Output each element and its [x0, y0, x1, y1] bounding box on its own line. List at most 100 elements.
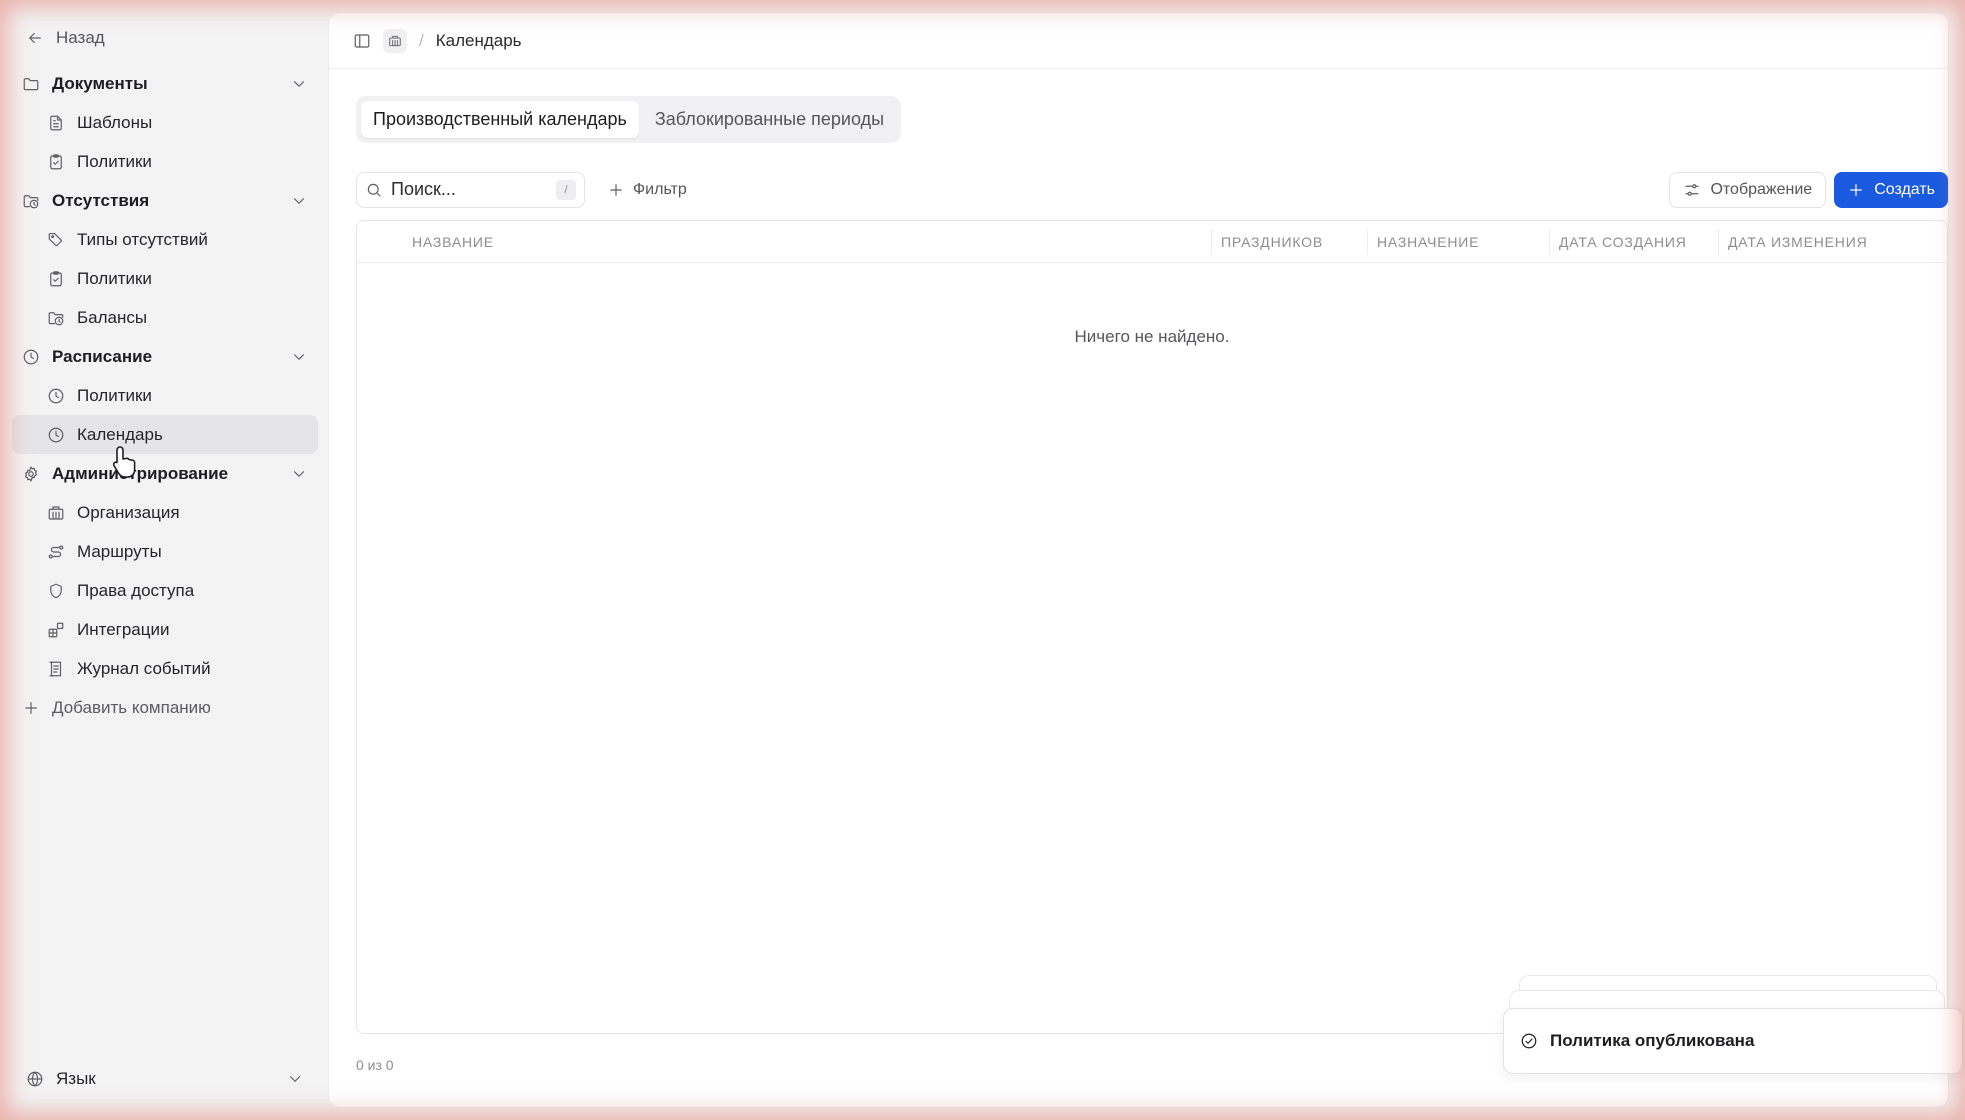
back-label: Назад [56, 28, 105, 47]
sidebar-toggle-icon[interactable] [353, 32, 371, 50]
tags-icon [47, 231, 65, 249]
chevron-down-icon[interactable] [290, 192, 308, 210]
clipboard-check-icon [47, 153, 65, 171]
view-settings-label: Отображение [1710, 180, 1813, 198]
folder-clock-icon [47, 309, 65, 327]
building-icon [47, 504, 65, 522]
breadcrumb-current: Календарь [435, 30, 522, 50]
search-placeholder: Поиск... [391, 179, 456, 199]
toolbar: Поиск... / Фильтр Отображение Создать [356, 171, 1948, 208]
sidebar-item-balances[interactable]: Балансы [12, 298, 318, 337]
tab-blocked-periods[interactable]: Заблокированные периоды [643, 101, 896, 138]
topbar: / Календарь [329, 13, 1948, 69]
pagination-count: 0 из 0 [356, 1057, 394, 1073]
plus-icon [1847, 181, 1865, 199]
sidebar-item-label: Шаблоны [77, 112, 153, 132]
plus-icon [607, 181, 625, 199]
add-company-label: Добавить компанию [52, 697, 211, 717]
sidebar-item-label: Балансы [77, 307, 148, 327]
sidebar-item-event-log[interactable]: Журнал событий [12, 649, 318, 688]
clock-icon [22, 348, 40, 366]
sidebar-group-label: Расписание [52, 346, 153, 366]
folder-clock-icon [22, 192, 40, 210]
sidebar-group-documents[interactable]: Документы [12, 64, 318, 103]
column-header-created-date[interactable]: Дата создания [1549, 221, 1687, 263]
search-shortcut-hint: / [556, 179, 576, 200]
sidebar-group-label: Администрирование [52, 463, 229, 483]
company-logo[interactable] [383, 28, 407, 53]
chevron-down-icon[interactable] [290, 75, 308, 93]
sidebar-item-label: Маршруты [77, 541, 162, 561]
plus-icon [22, 699, 40, 717]
sidebar: Назад Документы Шаблоны Политики Отсутст… [0, 0, 328, 1120]
sidebar-item-calendar[interactable]: Календарь [12, 415, 318, 454]
tab-production-calendar[interactable]: Производственный календарь [361, 101, 639, 138]
sidebar-item-label: Интеграции [77, 619, 170, 639]
log-icon [47, 660, 65, 678]
back-link[interactable]: Назад [12, 18, 318, 58]
toast-notification[interactable]: Политика опубликована [1503, 1008, 1963, 1074]
toast-message: Политика опубликована [1550, 1031, 1755, 1050]
search-icon [365, 181, 383, 199]
sidebar-item-label: Типы отсутствий [77, 229, 208, 249]
route-icon [47, 543, 65, 561]
filter-label: Фильтр [633, 180, 687, 198]
chevron-down-icon[interactable] [290, 348, 308, 366]
sidebar-item-organization[interactable]: Организация [12, 493, 318, 532]
sidebar-item-label: Календарь [77, 424, 163, 444]
filter-button[interactable]: Фильтр [607, 181, 687, 199]
clock-icon [47, 426, 65, 444]
add-company-button[interactable]: Добавить компанию [12, 688, 318, 727]
sidebar-item-label: Политики [77, 385, 152, 405]
sidebar-item-document-policies[interactable]: Политики [12, 142, 318, 181]
breadcrumb-separator: / [419, 30, 424, 50]
empty-state-text: Ничего не найдено. [1074, 327, 1230, 346]
clipboard-check-icon [47, 270, 65, 288]
column-header-holidays[interactable]: Праздников [1211, 221, 1323, 263]
sidebar-group-administration[interactable]: Администрирование [12, 454, 318, 493]
sidebar-item-label: Организация [77, 502, 180, 522]
create-button[interactable]: Создать [1834, 171, 1948, 208]
sidebar-group-absences[interactable]: Отсутствия [12, 181, 318, 220]
clock-icon [47, 387, 65, 405]
sliders-icon [1683, 181, 1701, 199]
calendar-table: Название Праздников Назначение Дата созд… [356, 220, 1948, 1034]
column-header-modified-date[interactable]: Дата изменения [1718, 221, 1868, 263]
language-label: Язык [56, 1069, 96, 1088]
sidebar-group-schedule[interactable]: Расписание [12, 337, 318, 376]
file-text-icon [47, 114, 65, 132]
create-label: Создать [1874, 180, 1935, 198]
sidebar-item-absence-types[interactable]: Типы отсутствий [12, 220, 318, 259]
sidebar-item-schedule-policies[interactable]: Политики [12, 376, 318, 415]
tabs: Производственный календарь Заблокированн… [356, 96, 902, 143]
folder-icon [22, 75, 40, 93]
sidebar-item-access-rights[interactable]: Права доступа [12, 571, 318, 610]
sidebar-item-routes[interactable]: Маршруты [12, 532, 318, 571]
chevron-down-icon[interactable] [290, 465, 308, 483]
gear-icon [22, 465, 40, 483]
sidebar-item-absence-policies[interactable]: Политики [12, 259, 318, 298]
view-settings-button[interactable]: Отображение [1669, 171, 1827, 208]
sidebar-item-templates[interactable]: Шаблоны [12, 103, 318, 142]
search-input[interactable]: Поиск... / [356, 171, 585, 208]
sidebar-item-label: Политики [77, 151, 152, 171]
shield-icon [47, 582, 65, 600]
language-selector[interactable]: Язык [12, 1060, 318, 1098]
mouse-cursor-icon [113, 446, 136, 478]
blocks-icon [47, 621, 65, 639]
sidebar-item-label: Права доступа [77, 580, 195, 600]
column-header-assignment[interactable]: Назначение [1367, 221, 1479, 263]
sidebar-group-label: Отсутствия [52, 190, 150, 210]
main-panel: / Календарь Производственный календарь З… [328, 12, 1949, 1108]
globe-icon [26, 1070, 44, 1088]
chevron-down-icon [286, 1070, 304, 1088]
check-circle-icon [1520, 1032, 1538, 1050]
sidebar-group-label: Документы [52, 73, 148, 93]
building-icon [388, 34, 402, 48]
arrow-left-icon [26, 29, 44, 47]
column-header-name[interactable]: Название [412, 221, 494, 263]
sidebar-item-integrations[interactable]: Интеграции [12, 610, 318, 649]
sidebar-item-label: Политики [77, 268, 152, 288]
sidebar-item-label: Журнал событий [77, 658, 211, 678]
table-header: Название Праздников Назначение Дата созд… [357, 221, 1947, 263]
